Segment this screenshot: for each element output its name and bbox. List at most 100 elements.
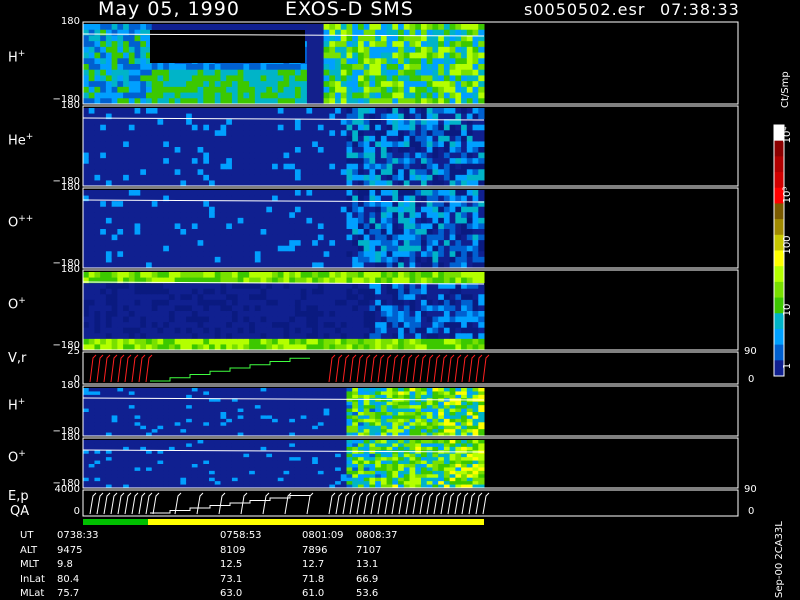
spectrogram-cell xyxy=(386,316,393,323)
spectrogram-cell xyxy=(363,64,370,71)
spectrogram-cell xyxy=(134,408,141,413)
spectrogram-cell xyxy=(146,398,153,403)
spectrogram-cell xyxy=(83,429,90,434)
spectrogram-cell xyxy=(146,24,153,31)
spectrogram-cell xyxy=(340,69,348,76)
spectrogram-cell xyxy=(83,412,90,416)
spectrogram-cell xyxy=(398,147,405,154)
spectrogram-cell xyxy=(335,305,342,312)
spectrogram-cell xyxy=(146,69,153,76)
spectrogram-cell xyxy=(272,124,279,131)
spectrogram-cell xyxy=(403,206,411,213)
spectrogram-cell xyxy=(214,251,221,258)
spectrogram-cell xyxy=(386,52,393,59)
spectrogram-cell xyxy=(117,41,124,48)
spectrogram-cell xyxy=(346,256,353,263)
spectrogram-cell xyxy=(375,394,382,399)
spectrogram-cell xyxy=(197,75,204,82)
spectrogram-cell xyxy=(461,86,468,94)
spectrogram-cell xyxy=(163,81,170,88)
spectrogram-cell xyxy=(180,422,187,427)
spectrogram-cell xyxy=(432,152,439,159)
spectrogram-cell xyxy=(174,299,181,306)
spectrogram-cell xyxy=(157,338,164,345)
spectrogram-cell xyxy=(128,398,136,403)
spectrogram-cell xyxy=(409,299,416,306)
spectrogram-cell xyxy=(398,158,405,165)
spectrogram-cell xyxy=(128,152,136,159)
spectrogram-cell xyxy=(369,124,376,131)
spectrogram-cell xyxy=(105,69,113,76)
spectrogram-cell xyxy=(432,195,439,202)
spectrogram-cell xyxy=(317,272,325,279)
spectrogram-cell xyxy=(146,223,153,230)
spectrogram-cell xyxy=(329,333,336,340)
spectrogram-cell xyxy=(266,256,273,263)
spectrogram-cell xyxy=(105,453,113,458)
spectrogram-cell xyxy=(294,206,302,213)
spectrogram-cell xyxy=(306,251,313,258)
spectrogram-cell xyxy=(380,64,388,71)
spectrogram-cell xyxy=(323,141,330,148)
spectrogram-cell xyxy=(88,152,95,159)
spectrogram-cell xyxy=(94,174,101,181)
spectrogram-cell xyxy=(478,141,485,148)
spectrogram-cell xyxy=(386,229,393,236)
spectrogram-cell xyxy=(111,316,118,323)
spectrogram-cell xyxy=(231,272,239,279)
spectrogram-cell xyxy=(254,86,262,94)
spectrogram-cell xyxy=(100,477,107,482)
spectrogram-cell xyxy=(151,64,158,71)
spectrogram-cell xyxy=(443,29,451,36)
spectrogram-cell xyxy=(220,135,227,142)
spectrogram-cell xyxy=(88,58,95,65)
spectrogram-cell xyxy=(277,245,284,252)
spectrogram-cell xyxy=(100,272,107,279)
spectrogram-cell xyxy=(461,169,468,176)
spectrogram-cell xyxy=(254,245,262,252)
spectrogram-cell xyxy=(369,256,376,263)
spectrogram-cell xyxy=(157,81,164,88)
spectrogram-cell xyxy=(461,52,468,59)
spectrogram-cell xyxy=(191,288,199,295)
spectrogram-cell xyxy=(409,64,416,71)
spectrogram-cell xyxy=(380,41,388,48)
spectrogram-cell xyxy=(214,163,221,170)
spectrogram-cell xyxy=(214,158,221,165)
spectrogram-cell xyxy=(260,422,267,427)
spectrogram-cell xyxy=(329,147,336,154)
spectrogram-cell xyxy=(209,92,216,99)
spectrogram-cell xyxy=(105,338,113,345)
spectrogram-cell xyxy=(197,130,204,137)
spectrogram-cell xyxy=(237,86,244,94)
spectrogram-cell xyxy=(386,41,393,48)
spectrogram-cell xyxy=(226,169,233,176)
spectrogram-cell xyxy=(151,135,158,142)
spectrogram-cell xyxy=(380,240,388,247)
spectrogram-cell xyxy=(398,29,405,36)
spectrogram-cell xyxy=(134,338,141,345)
spectrogram-cell xyxy=(294,108,302,115)
spectrogram-cell xyxy=(398,391,405,396)
spectrogram-cell xyxy=(432,52,439,59)
spectrogram-cell xyxy=(128,35,136,42)
spectrogram-cell xyxy=(329,169,336,176)
spectrogram-cell xyxy=(111,217,118,224)
spectrogram-cell xyxy=(335,113,342,120)
spectrogram-cell xyxy=(352,52,359,59)
spectrogram-cell xyxy=(88,391,95,396)
spectrogram-cell xyxy=(134,305,141,312)
spectrogram-cell xyxy=(272,422,279,427)
spectrogram-cell xyxy=(415,294,422,301)
spectrogram-cell xyxy=(151,206,158,213)
spectrogram-cell xyxy=(398,415,405,420)
spectrogram-cell xyxy=(117,152,124,159)
spectrogram-cell xyxy=(386,81,393,88)
spectrogram-cell xyxy=(266,229,273,236)
spectrogram-cell xyxy=(157,240,164,247)
spectrogram-cell xyxy=(386,272,393,279)
spectrogram-cell xyxy=(329,64,336,71)
spectrogram-cell xyxy=(151,412,158,416)
spectrogram-cell xyxy=(461,190,468,197)
spectrogram-cell xyxy=(123,229,130,236)
